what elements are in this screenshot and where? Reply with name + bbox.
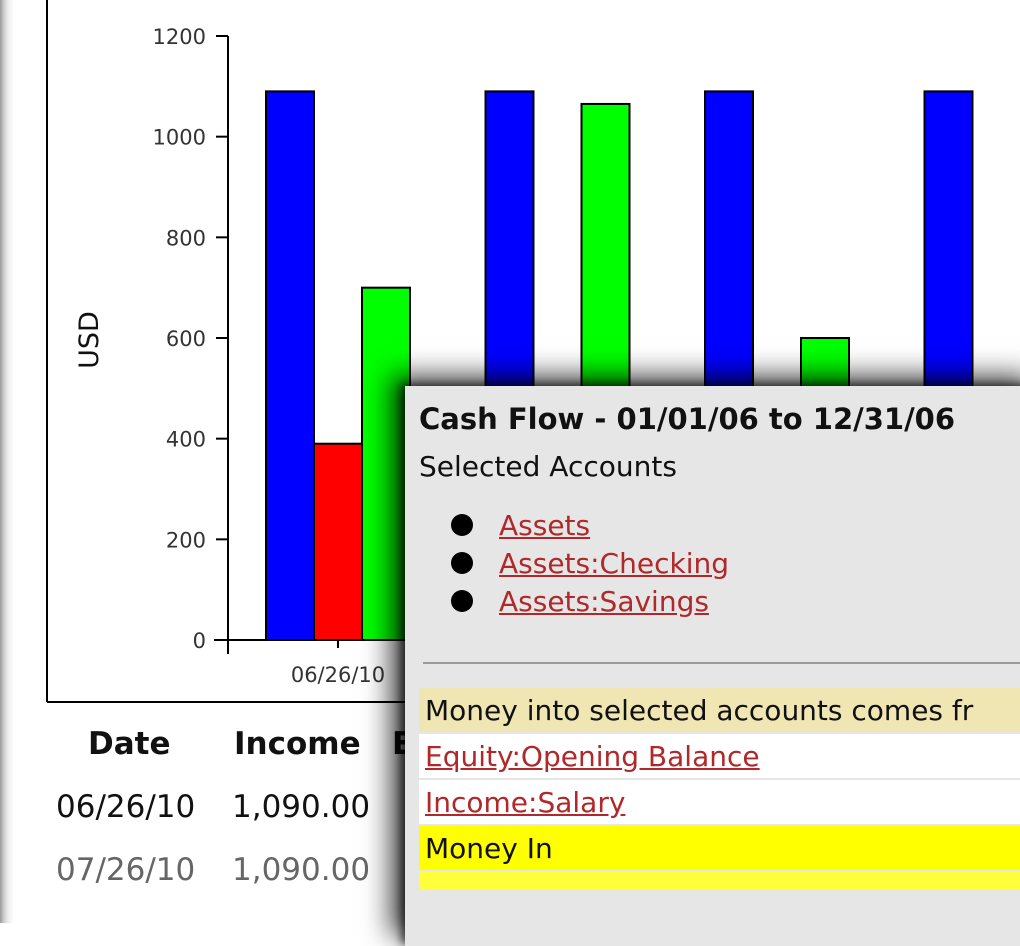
row-date: 07/26/10: [56, 852, 196, 888]
y-tick-label: 1200: [153, 25, 206, 49]
row-date: 06/26/10: [56, 789, 196, 825]
table-row: 07/26/10 1,090.00: [0, 852, 420, 892]
y-tick-label: 0: [193, 629, 206, 653]
selected-accounts-heading: Selected Accounts: [419, 450, 677, 483]
bullet-icon: [451, 552, 473, 574]
account-link-assets[interactable]: Assets: [499, 509, 590, 542]
bar-series0-group0: [265, 90, 315, 642]
section-divider: [423, 662, 1020, 664]
col-header-date: Date: [88, 726, 171, 762]
table-row: 06/26/10 1,090.00: [0, 789, 420, 829]
y-axis-title: USD: [74, 311, 105, 369]
cash-flow-report-popup: Cash Flow - 01/01/06 to 12/31/06 Selecte…: [405, 386, 1020, 946]
row-income: 1,090.00: [232, 789, 371, 825]
money-in-table: Money into selected accounts comes fr Eq…: [419, 688, 1020, 892]
money-in-header: Money into selected accounts comes fr: [419, 688, 1020, 732]
bar-series2-group0: [361, 286, 411, 641]
account-link-assets-checking[interactable]: Assets:Checking: [499, 547, 729, 580]
list-item: Assets: [451, 506, 729, 544]
table-row: Equity:Opening Balance: [419, 734, 1020, 778]
report-title: Cash Flow - 01/01/06 to 12/31/06: [419, 402, 956, 436]
account-link-assets-savings[interactable]: Assets:Savings: [499, 585, 709, 618]
row-income: 1,090.00: [232, 852, 371, 888]
selected-accounts-list: Assets Assets:Checking Assets:Savings: [451, 506, 729, 620]
y-tick-label: 200: [166, 528, 206, 552]
money-in-total-row-continued: [419, 872, 1020, 890]
x-tick-label: 06/26/10: [291, 663, 385, 687]
bullet-icon: [451, 590, 473, 612]
bullet-icon: [451, 514, 473, 536]
table-header-row: Date Income E: [0, 726, 420, 766]
table-row: Income:Salary: [419, 780, 1020, 824]
bar-series1-group0: [313, 442, 363, 642]
list-item: Assets:Checking: [451, 544, 729, 582]
account-link-equity-opening-balance[interactable]: Equity:Opening Balance: [425, 740, 760, 773]
list-item: Assets:Savings: [451, 582, 729, 620]
money-in-total-row: Money In: [419, 826, 1020, 870]
y-tick-label: 1000: [153, 126, 206, 150]
y-tick-label: 800: [166, 226, 206, 250]
y-tick-label: 600: [166, 327, 206, 351]
col-header-income: Income: [234, 726, 361, 762]
y-tick-label: 400: [166, 428, 206, 452]
account-link-income-salary[interactable]: Income:Salary: [425, 786, 625, 819]
